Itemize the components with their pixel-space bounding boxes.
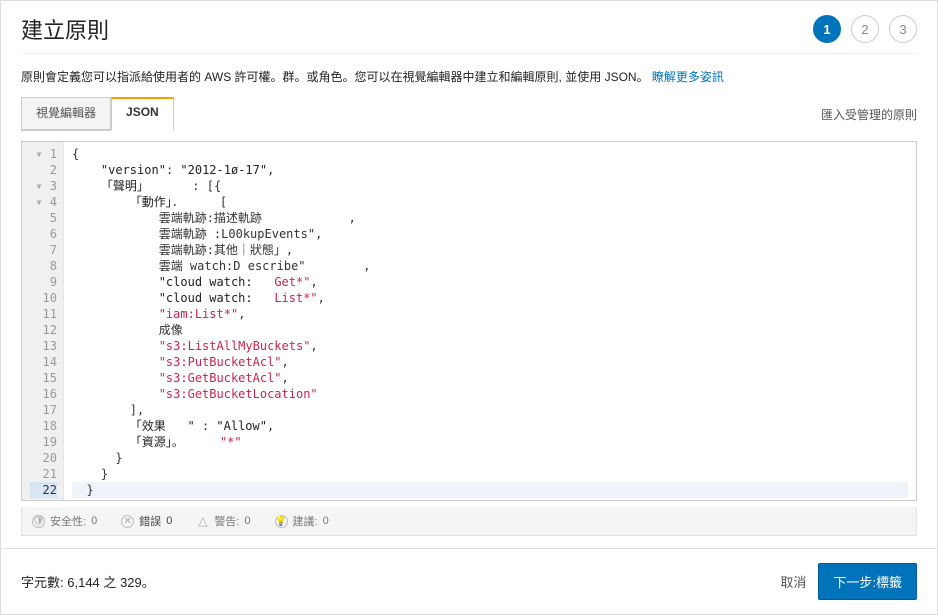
gutter-line-7: 7 <box>30 242 57 258</box>
json-editor[interactable]: ▾ 12▾ 3▾ 4567891011121314151617181920212… <box>21 141 917 501</box>
page-description: 原則會定義您可以指派給使用者的 AWS 許可權。群。或角色。您可以在視覺編輯器中… <box>1 54 937 87</box>
wizard-step-1[interactable]: 1 <box>813 15 841 43</box>
status-warning-label: 警告: <box>214 513 239 529</box>
description-text: 原則會定義您可以指派給使用者的 AWS 許可權。群。或角色。您可以在視覺編輯器中… <box>21 70 649 84</box>
code-line-9[interactable]: "cloud watch: Get*", <box>72 274 908 290</box>
learn-more-link[interactable]: 瞭解更多姿訊 <box>652 70 724 84</box>
charcount-used: 6,144 <box>67 575 100 590</box>
gutter-line-5: 5 <box>30 210 57 226</box>
cancel-button[interactable]: 取消 <box>780 572 806 591</box>
shield-icon: 🛡 <box>32 515 45 528</box>
gutter-line-8: 8 <box>30 258 57 274</box>
editor-gutter: ▾ 12▾ 3▾ 4567891011121314151617181920212… <box>22 142 64 500</box>
code-line-18[interactable]: 「效果 " : "Allow", <box>72 418 908 434</box>
code-line-1[interactable]: { <box>72 146 908 162</box>
code-line-3[interactable]: 「聲明」 : [{ <box>72 178 908 194</box>
page-title: 建立原則 <box>21 13 109 45</box>
gutter-line-19: 19 <box>30 434 57 450</box>
code-line-2[interactable]: "version": "2012-1ø-17", <box>72 162 908 178</box>
status-warning-count: 0 <box>244 515 250 527</box>
gutter-line-18: 18 <box>30 418 57 434</box>
validation-status-bar: 🛡 安全性: 0 ✕ 錯誤 0 △ 警告: 0 💡 建議: 0 <box>21 507 917 536</box>
wizard-steps: 1 2 3 <box>813 15 917 43</box>
charcount-sep: 之 <box>103 575 116 590</box>
wizard-step-2[interactable]: 2 <box>851 15 879 43</box>
error-icon: ✕ <box>121 515 134 528</box>
status-suggestions: 💡 建議: 0 <box>275 513 329 529</box>
code-line-17[interactable]: ], <box>72 402 908 418</box>
status-security: 🛡 安全性: 0 <box>32 513 97 529</box>
status-security-count: 0 <box>91 515 97 527</box>
gutter-line-21: 21 <box>30 466 57 482</box>
code-line-16[interactable]: "s3:GetBucketLocation" <box>72 386 908 402</box>
charcount-label: 字元數: <box>21 575 64 590</box>
editor-code-area[interactable]: { "version": "2012-1ø-17", 「聲明」 : [{ 「動作… <box>64 142 916 500</box>
status-warning: △ 警告: 0 <box>196 513 250 529</box>
character-count: 字元數: 6,144 之 329。 <box>21 572 155 591</box>
next-button[interactable]: 下一步:標籤 <box>818 563 917 600</box>
status-error: ✕ 錯誤 0 <box>121 513 172 529</box>
status-suggestions-count: 0 <box>323 515 329 527</box>
gutter-line-9: 9 <box>30 274 57 290</box>
status-error-label: 錯誤 <box>139 513 161 529</box>
code-line-8[interactable]: 雲端 watch:D escribe" , <box>72 258 908 274</box>
editor-tabs: 視覺編輯器 JSON <box>21 97 174 131</box>
gutter-line-15: 15 <box>30 370 57 386</box>
code-line-13[interactable]: "s3:ListAllMyBuckets", <box>72 338 908 354</box>
code-line-12[interactable]: 成像 <box>72 322 908 338</box>
tab-json[interactable]: JSON <box>111 97 174 131</box>
gutter-line-13: 13 <box>30 338 57 354</box>
gutter-line-12: 12 <box>30 322 57 338</box>
gutter-line-14: 14 <box>30 354 57 370</box>
code-line-4[interactable]: 「動作」． [ <box>72 194 908 210</box>
gutter-line-16: 16 <box>30 386 57 402</box>
gutter-line-20: 20 <box>30 450 57 466</box>
code-line-11[interactable]: "iam:List*", <box>72 306 908 322</box>
gutter-line-1: ▾ 1 <box>30 146 57 162</box>
gutter-line-3: ▾ 3 <box>30 178 57 194</box>
code-line-5[interactable]: 雲端軌跡:描述軌跡 , <box>72 210 908 226</box>
code-line-19[interactable]: 「資源」。 "*" <box>72 434 908 450</box>
gutter-line-6: 6 <box>30 226 57 242</box>
charcount-total: 329 <box>120 575 142 590</box>
code-line-21[interactable]: } <box>72 466 908 482</box>
wizard-step-3[interactable]: 3 <box>889 15 917 43</box>
status-security-label: 安全性: <box>50 513 86 529</box>
code-line-14[interactable]: "s3:PutBucketAcl", <box>72 354 908 370</box>
warning-icon: △ <box>196 515 209 528</box>
gutter-line-22: 22 <box>30 482 57 498</box>
status-error-count: 0 <box>166 515 172 527</box>
status-suggestions-label: 建議: <box>293 513 318 529</box>
code-line-22[interactable]: } <box>72 482 908 498</box>
code-line-20[interactable]: } <box>72 450 908 466</box>
tab-visual-editor[interactable]: 視覺編輯器 <box>21 97 111 131</box>
gutter-line-11: 11 <box>30 306 57 322</box>
gutter-line-2: 2 <box>30 162 57 178</box>
lightbulb-icon: 💡 <box>275 515 288 528</box>
import-managed-policy-link[interactable]: 匯入受管理的原則 <box>821 106 917 123</box>
code-line-10[interactable]: "cloud watch: List*", <box>72 290 908 306</box>
code-line-15[interactable]: "s3:GetBucketAcl", <box>72 370 908 386</box>
gutter-line-10: 10 <box>30 290 57 306</box>
gutter-line-4: ▾ 4 <box>30 194 57 210</box>
code-line-7[interactable]: 雲端軌跡:其他｜狀態」, <box>72 242 908 258</box>
gutter-line-17: 17 <box>30 402 57 418</box>
code-line-6[interactable]: 雲端軌跡 :L00kupEvents", <box>72 226 908 242</box>
